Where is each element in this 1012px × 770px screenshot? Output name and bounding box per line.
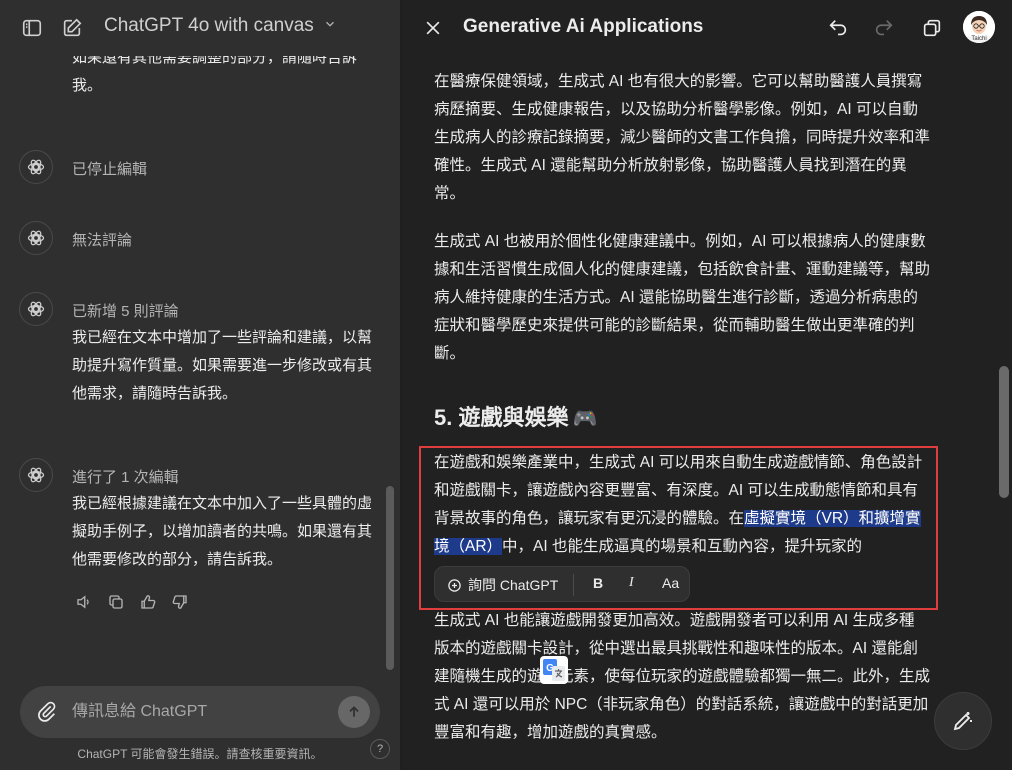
thumbs-up-icon[interactable] [136,590,160,614]
section-heading[interactable]: 5. 遊戲與娛樂 🎮 [434,400,597,432]
assistant-message-text: 我已經在文本中增加了一些評論和建議，以幫助提升寫作質量。如果需要進一步修改或有其… [72,329,373,402]
game-controller-icon: 🎮 [572,408,598,430]
assistant-avatar-icon [19,292,53,326]
chat-panel: 如果還有其他需要調整的部分，請隨時告訴我。 ChatGPT 4o with ca… [0,0,400,770]
comment-status-label[interactable]: 無法評論 [72,229,132,250]
document-paragraph[interactable]: 在醫療保健領域，生成式 AI 也有很大的影響。它可以幫助醫護人員撰寫病歷摘要、生… [434,68,930,208]
assistant-avatar-icon [19,150,53,184]
message-input[interactable] [72,698,322,726]
help-button[interactable]: ? [370,739,390,759]
bold-button[interactable]: B [593,575,603,591]
chat-header: ChatGPT 4o with canvas [0,0,400,56]
message-composer [20,686,380,738]
profile-badge-text: Taichi [971,36,987,42]
arrow-up-icon [349,706,359,717]
assistant-avatar-icon [19,221,53,255]
new-chat-icon[interactable] [58,14,86,42]
edit-status-label[interactable]: 已停止編輯 [72,158,147,179]
model-selector[interactable]: ChatGPT 4o with canvas [104,15,337,37]
ask-chatgpt-label: 詢問 ChatGPT [468,577,559,593]
sidebar-toggle-icon[interactable] [18,14,46,42]
edit-status-label[interactable]: 進行了 1 次編輯 [72,466,179,487]
format-toolbar: 詢問 ChatGPT B I Aa [434,566,690,602]
plus-circle-icon [448,578,461,592]
edit-suggestions-button[interactable] [934,692,992,750]
message-actions [72,590,192,614]
chevron-down-icon [323,15,337,37]
document-paragraph[interactable]: 生成式 AI 也被用於個性化健康建議中。例如，AI 可以根據病人的健康數據和生活… [434,228,930,368]
italic-button[interactable]: I [629,575,634,591]
comment-status-label[interactable]: 已新增 5 則評論 [72,300,179,321]
paperclip-icon[interactable] [36,700,58,727]
document-paragraph[interactable]: 生成式 AI 也能讓遊戲開發更加高效。遊戲開發者可以利用 AI 生成多種版本的遊… [434,607,930,747]
canvas-panel: Generative Ai Applications Taichi 在醫療保健領… [402,0,1012,770]
document-title[interactable]: Generative Ai Applications [463,16,703,38]
section-heading-text: 5. 遊戲與娛樂 [434,405,569,430]
thumbs-down-icon[interactable] [168,590,192,614]
send-button[interactable] [338,696,370,728]
model-title-label: ChatGPT 4o with canvas [104,15,314,37]
google-translate-icon[interactable]: G [540,656,568,684]
chat-scrollbar[interactable] [386,486,394,670]
disclaimer-text: ChatGPT 可能會發生錯誤。請查核重要資訊。 [77,747,323,761]
copy-icon[interactable] [104,590,128,614]
assistant-message-text: 我已經根據建議在文本中加入了一些具體的虛擬助手例子，以增加讀者的共鳴。如果還有其… [72,495,373,568]
profile-avatar[interactable]: Taichi [963,11,995,43]
ask-chatgpt-button[interactable]: 詢問 ChatGPT [447,575,558,595]
assistant-avatar-icon [19,458,53,492]
pencil-sparkle-icon [953,712,972,731]
redo-icon[interactable] [870,14,898,42]
close-icon[interactable] [419,14,447,42]
text-size-button[interactable]: Aa [662,575,679,591]
canvas-scrollbar[interactable] [999,366,1009,498]
undo-icon[interactable] [824,14,852,42]
canvas-header: Generative Ai Applications Taichi [402,0,1012,56]
toolbar-divider [573,574,574,596]
copy-document-icon[interactable] [918,14,946,42]
read-aloud-icon[interactable] [72,590,96,614]
